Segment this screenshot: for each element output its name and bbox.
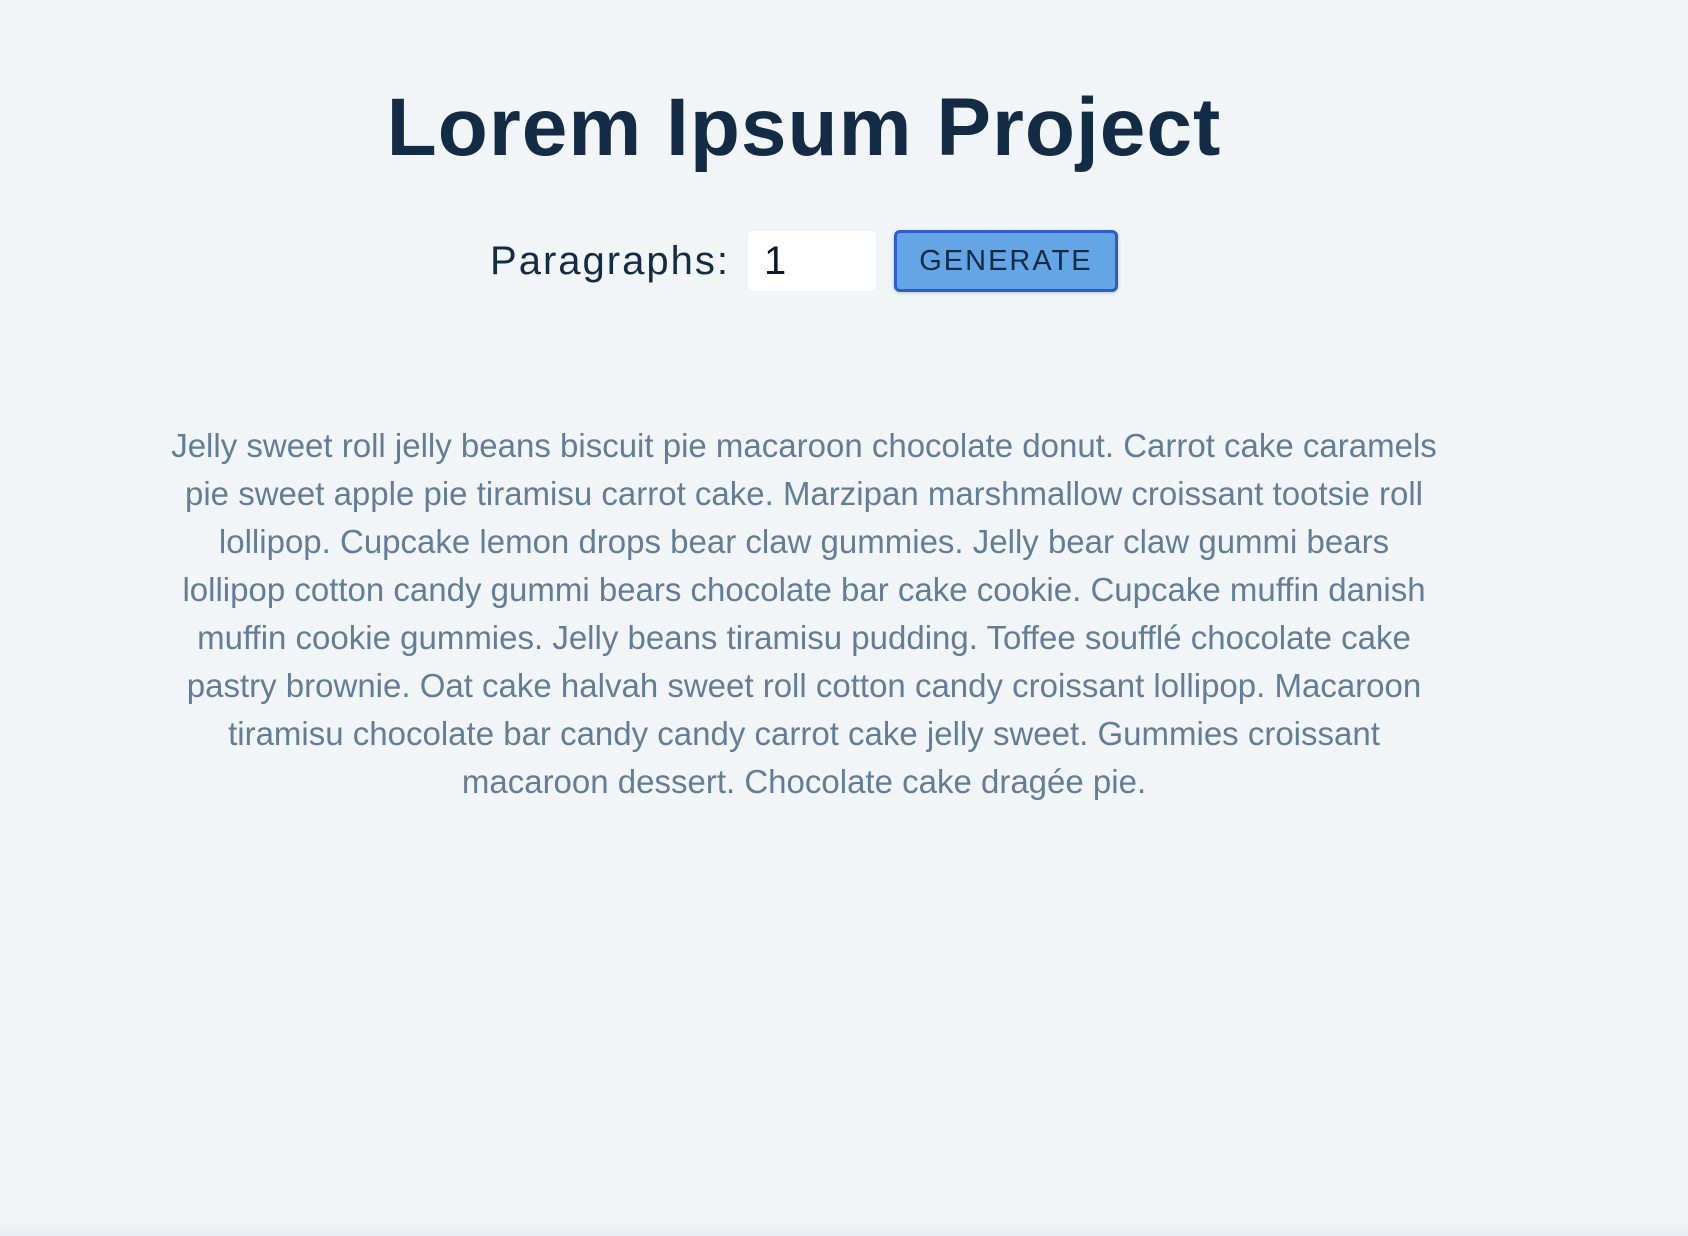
page: Lorem Ipsum Project Paragraphs: GENERATE…: [0, 0, 1688, 1236]
paragraphs-label: Paragraphs:: [490, 239, 730, 283]
lorem-paragraph: Jelly sweet roll jelly beans biscuit pie…: [171, 427, 1437, 800]
paragraph-form: Paragraphs: GENERATE: [0, 230, 1608, 292]
bottom-edge: [0, 1222, 1688, 1236]
page-title: Lorem Ipsum Project: [386, 82, 1222, 173]
generate-button[interactable]: GENERATE: [893, 230, 1118, 292]
paragraph-count-input[interactable]: [747, 231, 876, 291]
